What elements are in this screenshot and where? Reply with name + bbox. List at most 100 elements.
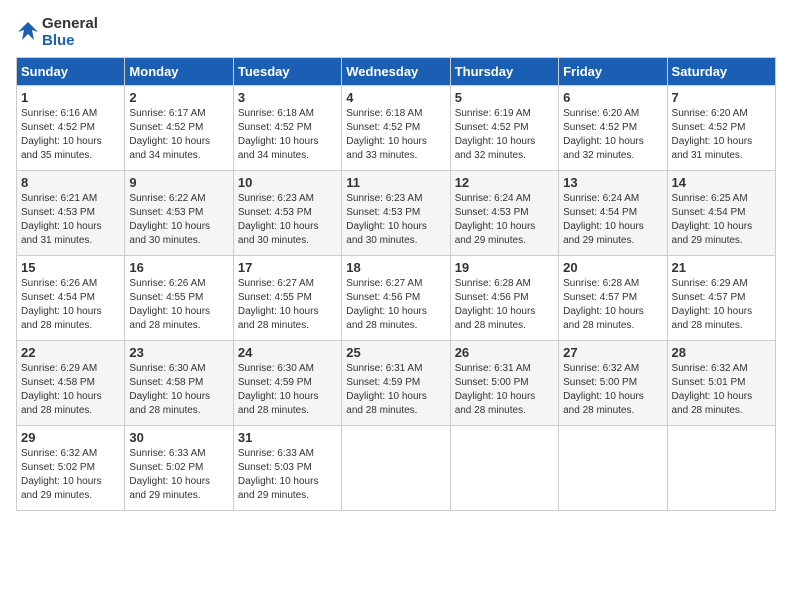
calendar-day-cell: 16 Sunrise: 6:26 AM Sunset: 4:55 PM Dayl…: [125, 256, 233, 341]
calendar-day-cell: 11 Sunrise: 6:23 AM Sunset: 4:53 PM Dayl…: [342, 171, 450, 256]
day-info: Sunrise: 6:32 AM Sunset: 5:02 PM Dayligh…: [21, 447, 120, 503]
day-number: 18: [346, 260, 445, 275]
day-info: Sunrise: 6:19 AM Sunset: 4:52 PM Dayligh…: [455, 107, 554, 163]
day-number: 14: [672, 175, 771, 190]
calendar-day-cell: 8 Sunrise: 6:21 AM Sunset: 4:53 PM Dayli…: [17, 171, 125, 256]
day-number: 10: [238, 175, 337, 190]
day-number: 24: [238, 345, 337, 360]
calendar-day-cell: 23 Sunrise: 6:30 AM Sunset: 4:58 PM Dayl…: [125, 341, 233, 426]
day-number: 2: [129, 90, 228, 105]
day-number: 12: [455, 175, 554, 190]
day-info: Sunrise: 6:18 AM Sunset: 4:52 PM Dayligh…: [346, 107, 445, 163]
weekday-header: Thursday: [450, 58, 558, 86]
day-info: Sunrise: 6:17 AM Sunset: 4:52 PM Dayligh…: [129, 107, 228, 163]
day-info: Sunrise: 6:33 AM Sunset: 5:03 PM Dayligh…: [238, 447, 337, 503]
day-info: Sunrise: 6:29 AM Sunset: 4:57 PM Dayligh…: [672, 277, 771, 333]
logo: General Blue: [16, 16, 98, 49]
day-number: 29: [21, 430, 120, 445]
calendar-day-cell: 31 Sunrise: 6:33 AM Sunset: 5:03 PM Dayl…: [233, 426, 341, 511]
day-info: Sunrise: 6:16 AM Sunset: 4:52 PM Dayligh…: [21, 107, 120, 163]
day-info: Sunrise: 6:25 AM Sunset: 4:54 PM Dayligh…: [672, 192, 771, 248]
calendar-day-cell: 1 Sunrise: 6:16 AM Sunset: 4:52 PM Dayli…: [17, 86, 125, 171]
calendar-day-cell: 18 Sunrise: 6:27 AM Sunset: 4:56 PM Dayl…: [342, 256, 450, 341]
day-info: Sunrise: 6:27 AM Sunset: 4:56 PM Dayligh…: [346, 277, 445, 333]
calendar-day-cell: 3 Sunrise: 6:18 AM Sunset: 4:52 PM Dayli…: [233, 86, 341, 171]
day-info: Sunrise: 6:24 AM Sunset: 4:53 PM Dayligh…: [455, 192, 554, 248]
weekday-header: Sunday: [17, 58, 125, 86]
day-number: 9: [129, 175, 228, 190]
day-number: 6: [563, 90, 662, 105]
calendar-table: SundayMondayTuesdayWednesdayThursdayFrid…: [16, 57, 776, 511]
day-info: Sunrise: 6:32 AM Sunset: 5:00 PM Dayligh…: [563, 362, 662, 418]
calendar-day-cell: 12 Sunrise: 6:24 AM Sunset: 4:53 PM Dayl…: [450, 171, 558, 256]
day-number: 8: [21, 175, 120, 190]
calendar-day-cell: 10 Sunrise: 6:23 AM Sunset: 4:53 PM Dayl…: [233, 171, 341, 256]
day-number: 27: [563, 345, 662, 360]
day-number: 28: [672, 345, 771, 360]
day-number: 26: [455, 345, 554, 360]
day-number: 15: [21, 260, 120, 275]
page-header: General Blue: [16, 16, 776, 49]
day-info: Sunrise: 6:32 AM Sunset: 5:01 PM Dayligh…: [672, 362, 771, 418]
day-info: Sunrise: 6:30 AM Sunset: 4:58 PM Dayligh…: [129, 362, 228, 418]
day-info: Sunrise: 6:24 AM Sunset: 4:54 PM Dayligh…: [563, 192, 662, 248]
day-info: Sunrise: 6:20 AM Sunset: 4:52 PM Dayligh…: [672, 107, 771, 163]
day-number: 7: [672, 90, 771, 105]
weekday-header: Tuesday: [233, 58, 341, 86]
logo-container: General Blue: [16, 16, 98, 49]
calendar-day-cell: 2 Sunrise: 6:17 AM Sunset: 4:52 PM Dayli…: [125, 86, 233, 171]
calendar-day-cell: 4 Sunrise: 6:18 AM Sunset: 4:52 PM Dayli…: [342, 86, 450, 171]
logo-bird-icon: [16, 18, 40, 48]
day-number: 23: [129, 345, 228, 360]
day-number: 3: [238, 90, 337, 105]
calendar-day-cell: 24 Sunrise: 6:30 AM Sunset: 4:59 PM Dayl…: [233, 341, 341, 426]
calendar-day-cell: 29 Sunrise: 6:32 AM Sunset: 5:02 PM Dayl…: [17, 426, 125, 511]
calendar-day-cell: 26 Sunrise: 6:31 AM Sunset: 5:00 PM Dayl…: [450, 341, 558, 426]
calendar-day-cell: 27 Sunrise: 6:32 AM Sunset: 5:00 PM Dayl…: [559, 341, 667, 426]
weekday-header: Wednesday: [342, 58, 450, 86]
calendar-day-cell: [342, 426, 450, 511]
day-number: 17: [238, 260, 337, 275]
day-info: Sunrise: 6:31 AM Sunset: 4:59 PM Dayligh…: [346, 362, 445, 418]
day-info: Sunrise: 6:23 AM Sunset: 4:53 PM Dayligh…: [346, 192, 445, 248]
calendar-day-cell: [450, 426, 558, 511]
day-number: 1: [21, 90, 120, 105]
calendar-day-cell: 17 Sunrise: 6:27 AM Sunset: 4:55 PM Dayl…: [233, 256, 341, 341]
day-info: Sunrise: 6:20 AM Sunset: 4:52 PM Dayligh…: [563, 107, 662, 163]
day-info: Sunrise: 6:29 AM Sunset: 4:58 PM Dayligh…: [21, 362, 120, 418]
logo-line1: General: [42, 16, 98, 33]
day-number: 25: [346, 345, 445, 360]
calendar-day-cell: 7 Sunrise: 6:20 AM Sunset: 4:52 PM Dayli…: [667, 86, 775, 171]
calendar-day-cell: 5 Sunrise: 6:19 AM Sunset: 4:52 PM Dayli…: [450, 86, 558, 171]
calendar-day-cell: 15 Sunrise: 6:26 AM Sunset: 4:54 PM Dayl…: [17, 256, 125, 341]
calendar-day-cell: 14 Sunrise: 6:25 AM Sunset: 4:54 PM Dayl…: [667, 171, 775, 256]
calendar-day-cell: 19 Sunrise: 6:28 AM Sunset: 4:56 PM Dayl…: [450, 256, 558, 341]
day-number: 4: [346, 90, 445, 105]
calendar-day-cell: 13 Sunrise: 6:24 AM Sunset: 4:54 PM Dayl…: [559, 171, 667, 256]
calendar-week-row: 8 Sunrise: 6:21 AM Sunset: 4:53 PM Dayli…: [17, 171, 776, 256]
calendar-day-cell: 20 Sunrise: 6:28 AM Sunset: 4:57 PM Dayl…: [559, 256, 667, 341]
calendar-day-cell: [559, 426, 667, 511]
day-info: Sunrise: 6:33 AM Sunset: 5:02 PM Dayligh…: [129, 447, 228, 503]
day-number: 22: [21, 345, 120, 360]
day-number: 19: [455, 260, 554, 275]
calendar-day-cell: 30 Sunrise: 6:33 AM Sunset: 5:02 PM Dayl…: [125, 426, 233, 511]
day-info: Sunrise: 6:28 AM Sunset: 4:57 PM Dayligh…: [563, 277, 662, 333]
day-info: Sunrise: 6:27 AM Sunset: 4:55 PM Dayligh…: [238, 277, 337, 333]
calendar-week-row: 29 Sunrise: 6:32 AM Sunset: 5:02 PM Dayl…: [17, 426, 776, 511]
day-number: 16: [129, 260, 228, 275]
day-info: Sunrise: 6:26 AM Sunset: 4:54 PM Dayligh…: [21, 277, 120, 333]
weekday-header: Friday: [559, 58, 667, 86]
calendar-day-cell: 6 Sunrise: 6:20 AM Sunset: 4:52 PM Dayli…: [559, 86, 667, 171]
calendar-day-cell: 25 Sunrise: 6:31 AM Sunset: 4:59 PM Dayl…: [342, 341, 450, 426]
calendar-week-row: 15 Sunrise: 6:26 AM Sunset: 4:54 PM Dayl…: [17, 256, 776, 341]
calendar-day-cell: [667, 426, 775, 511]
day-info: Sunrise: 6:26 AM Sunset: 4:55 PM Dayligh…: [129, 277, 228, 333]
weekday-header: Monday: [125, 58, 233, 86]
day-info: Sunrise: 6:22 AM Sunset: 4:53 PM Dayligh…: [129, 192, 228, 248]
calendar-day-cell: 9 Sunrise: 6:22 AM Sunset: 4:53 PM Dayli…: [125, 171, 233, 256]
day-number: 31: [238, 430, 337, 445]
day-info: Sunrise: 6:23 AM Sunset: 4:53 PM Dayligh…: [238, 192, 337, 248]
day-info: Sunrise: 6:21 AM Sunset: 4:53 PM Dayligh…: [21, 192, 120, 248]
day-number: 13: [563, 175, 662, 190]
